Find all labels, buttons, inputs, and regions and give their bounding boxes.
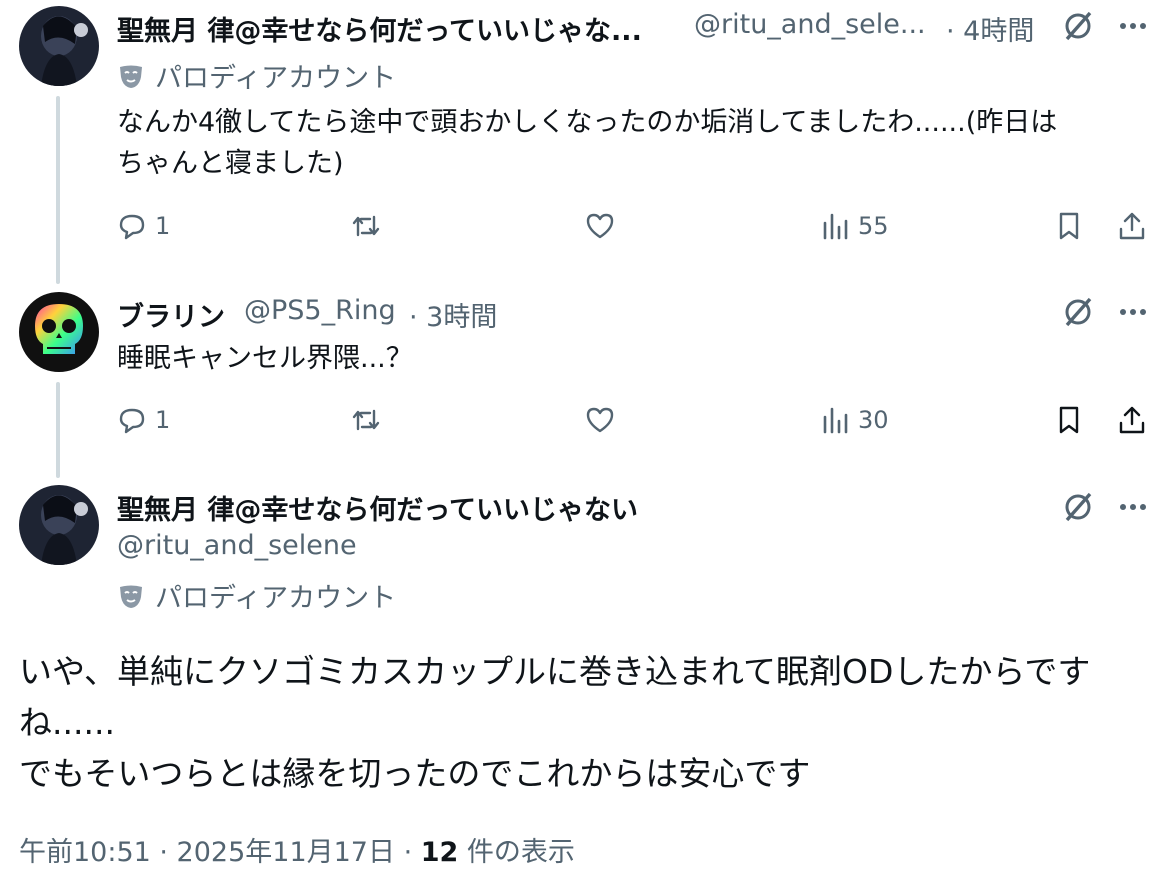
grok-icon[interactable] bbox=[1061, 9, 1095, 47]
more-icon[interactable] bbox=[1116, 490, 1150, 528]
views-button[interactable]: 55 bbox=[820, 211, 889, 241]
main-text-line: いや、単純にクソゴミカスカップルに巻き込まれて眠剤ODしたからです bbox=[19, 652, 1091, 691]
views-icon bbox=[823, 213, 848, 240]
bookmark-icon bbox=[1059, 212, 1079, 240]
retweet-icon bbox=[352, 409, 380, 431]
bookmark-button[interactable] bbox=[1054, 211, 1084, 241]
tweet-text: なんか4徹してたら途中で頭おかしくなったのか垢消してましたわ......(昨日は… bbox=[117, 102, 1157, 184]
reply-icon bbox=[119, 408, 145, 434]
views-count: 55 bbox=[858, 212, 889, 240]
thread-line bbox=[56, 382, 60, 478]
parody-label: パロディアカウント bbox=[155, 583, 397, 614]
tweet-time[interactable]: · 3時間 bbox=[409, 295, 497, 334]
avatar[interactable] bbox=[19, 292, 99, 372]
retweet-icon bbox=[352, 215, 380, 237]
tweet-text: 睡眠キャンセル界隈...？ bbox=[117, 343, 413, 374]
tweet-text-line: ちゃんと寝ました) bbox=[117, 148, 344, 179]
views-button[interactable]: 30 bbox=[820, 405, 889, 435]
avatar[interactable] bbox=[19, 6, 99, 86]
views-label: 件の表示 bbox=[458, 837, 575, 868]
parody-label: パロディアカウント bbox=[155, 63, 397, 94]
reply-icon bbox=[119, 214, 145, 240]
avatar[interactable] bbox=[19, 485, 99, 565]
share-button[interactable] bbox=[1117, 405, 1147, 435]
views-count: 12 bbox=[420, 837, 459, 868]
tweet-time[interactable]: · 4時間 bbox=[946, 9, 1034, 48]
post-timestamp[interactable]: 午前10:51 · 2025年11月17日 · bbox=[19, 837, 421, 868]
main-text-line: ね...... bbox=[19, 703, 115, 742]
author-name[interactable]: 聖無月 律@幸せなら何だっていいじゃな... bbox=[117, 9, 642, 48]
more-icon[interactable] bbox=[1116, 9, 1150, 47]
main-tweet-text: いや、単純にクソゴミカスカップルに巻き込まれて眠剤ODしたからです ね.....… bbox=[19, 646, 1159, 799]
grok-icon[interactable] bbox=[1061, 295, 1095, 333]
retweet-button[interactable] bbox=[351, 211, 381, 241]
parody-badge: パロディアカウント bbox=[117, 576, 396, 615]
author-handle[interactable]: @ritu_and_selene bbox=[117, 530, 357, 561]
author-name[interactable]: ブラリン bbox=[117, 295, 225, 334]
share-icon bbox=[1119, 212, 1145, 240]
like-button[interactable] bbox=[585, 211, 615, 241]
author-handle[interactable]: @PS5_Ring bbox=[244, 295, 396, 326]
like-icon bbox=[586, 407, 614, 433]
bookmark-icon bbox=[1059, 406, 1079, 434]
bookmark-button[interactable] bbox=[1054, 405, 1084, 435]
author-name[interactable]: 聖無月 律@幸せなら何だっていいじゃない bbox=[117, 488, 638, 527]
share-icon bbox=[1119, 406, 1145, 434]
tweet-footer: 午前10:51 · 2025年11月17日 · 12 件の表示 bbox=[19, 830, 575, 869]
grok-icon[interactable] bbox=[1061, 490, 1095, 528]
views-icon bbox=[823, 407, 848, 434]
author-handle[interactable]: @ritu_and_sele... bbox=[694, 9, 926, 40]
retweet-button[interactable] bbox=[351, 405, 381, 435]
reply-count: 1 bbox=[155, 406, 171, 434]
parody-mask-icon bbox=[120, 65, 142, 88]
main-text-line: でもそいつらとは縁を切ったのでこれからは安心です bbox=[19, 754, 811, 793]
reply-button[interactable]: 1 bbox=[117, 405, 170, 435]
tweet-text-line: なんか4徹してたら途中で頭おかしくなったのか垢消してましたわ......(昨日は bbox=[117, 107, 1058, 138]
parody-badge: パロディアカウント bbox=[117, 56, 396, 95]
like-button[interactable] bbox=[585, 405, 615, 435]
share-button[interactable] bbox=[1117, 211, 1147, 241]
views-count: 30 bbox=[858, 406, 889, 434]
more-icon[interactable] bbox=[1116, 295, 1150, 333]
reply-button[interactable]: 1 bbox=[117, 211, 170, 241]
thread-line bbox=[56, 96, 60, 284]
like-icon bbox=[586, 213, 614, 239]
reply-count: 1 bbox=[155, 212, 171, 240]
parody-mask-icon bbox=[120, 585, 142, 608]
